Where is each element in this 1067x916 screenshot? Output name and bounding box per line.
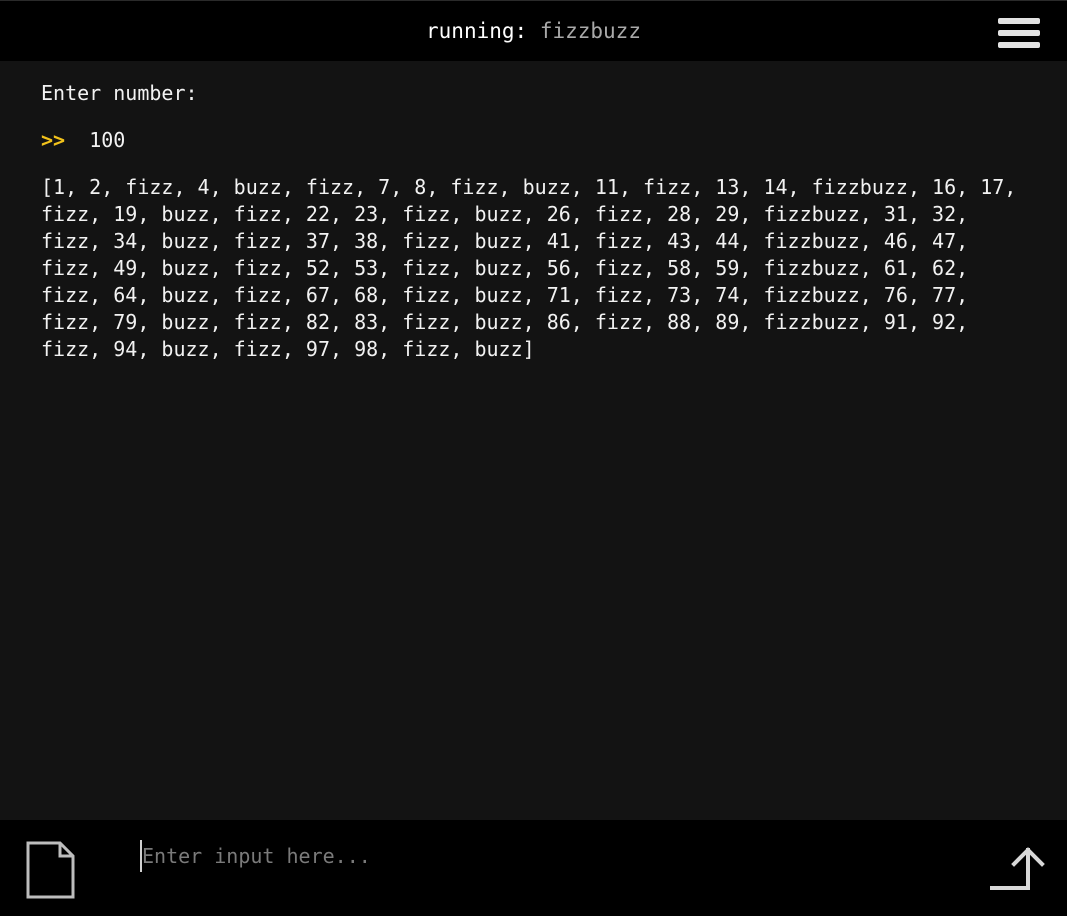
header-bar: running: fizzbuzz [0, 0, 1067, 61]
user-input-line: >> 100 [41, 127, 1021, 154]
hamburger-menu-icon[interactable] [996, 16, 1042, 50]
file-icon[interactable] [24, 840, 76, 900]
prompt-text: Enter number: [41, 81, 198, 105]
run-status-title: running: fizzbuzz [0, 17, 1067, 45]
program-output: [1, 2, fizz, 4, buzz, fizz, 7, 8, fizz, … [41, 175, 1017, 361]
user-input-value: 100 [89, 128, 126, 152]
run-status-prefix: running: [426, 19, 540, 43]
input-marker: >> [41, 128, 66, 152]
send-arrow-icon[interactable] [988, 844, 1052, 894]
console-input-field[interactable] [140, 840, 962, 872]
program-name: fizzbuzz [539, 19, 641, 43]
console-output: Enter number: >> 100 [1, 2, fizz, 4, buz… [41, 80, 1021, 363]
input-bar [0, 820, 1067, 916]
